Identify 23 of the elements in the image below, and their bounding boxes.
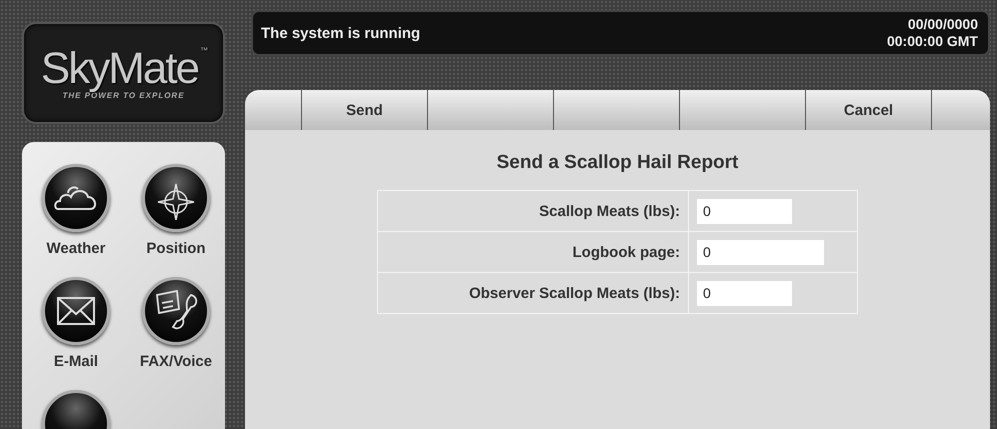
status-time: 00:00:00 GMT	[886, 33, 978, 50]
nav-label: Position	[146, 240, 206, 257]
field-label: Observer Scallop Meats (lbs):	[378, 272, 688, 314]
nav-label: E-Mail	[54, 353, 98, 370]
email-button[interactable]	[42, 277, 110, 345]
field-label: Scallop Meats (lbs):	[378, 190, 688, 232]
weather-button[interactable]	[42, 164, 110, 232]
logo-tagline: THE POWER TO EXPLORE	[62, 90, 185, 100]
status-message: The system is running	[261, 24, 420, 42]
fax-button[interactable]	[142, 277, 210, 345]
nav-label: Weather	[46, 240, 106, 257]
position-button[interactable]	[142, 164, 210, 232]
toolbar-button[interactable]: Cancel	[836, 98, 902, 122]
input-field[interactable]: 0	[697, 280, 792, 306]
envelope-icon	[56, 296, 96, 326]
field-label: Logbook page:	[378, 232, 688, 272]
logo-wordmark: SkyMate™	[40, 46, 206, 90]
toolbar-button[interactable]: Send	[338, 98, 391, 122]
input-field[interactable]: 0	[697, 240, 824, 264]
input-field[interactable]: 0	[697, 198, 792, 224]
status-date: 00/00/0000	[908, 16, 978, 33]
form-title: Send a Scallop Hail Report	[496, 152, 738, 174]
nav-label: FAX/Voice	[140, 353, 212, 370]
